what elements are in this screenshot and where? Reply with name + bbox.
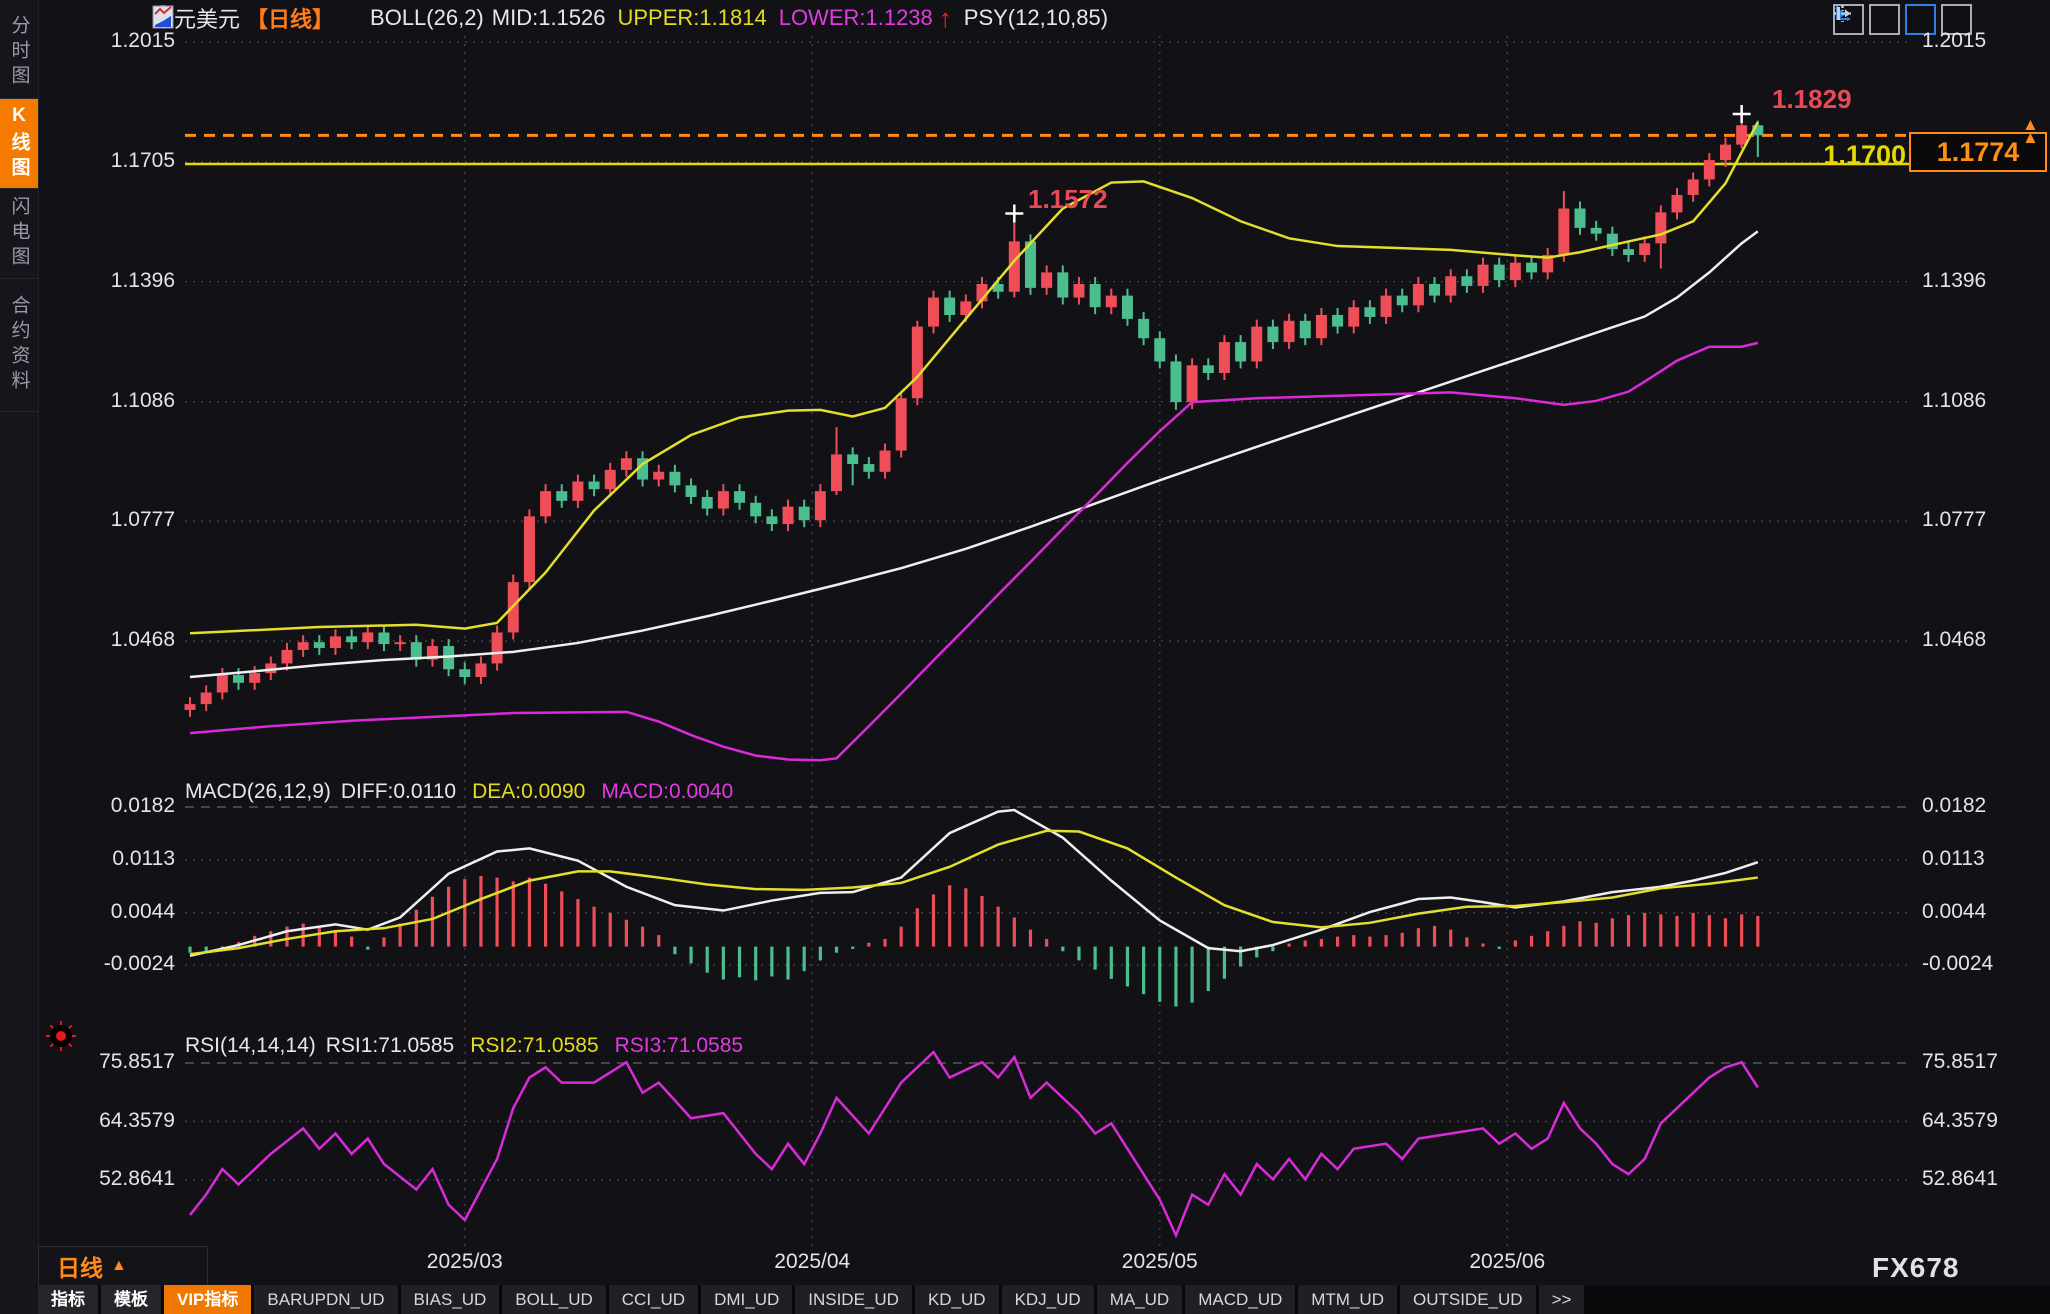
tab-macd_ud[interactable]: MACD_UD [1185, 1285, 1296, 1314]
axis-tick-label: 1.0468 [1922, 628, 1987, 651]
tab-ma_ud[interactable]: MA_UD [1096, 1285, 1183, 1314]
tab--[interactable]: 指标 [38, 1285, 98, 1314]
high-price-label: 1.1829 [1772, 84, 1852, 114]
tab-kd_ud[interactable]: KD_UD [914, 1285, 999, 1314]
macd-header: MACD(26,12,9) DIFF:0.0110 DEA:0.0090 MAC… [185, 780, 733, 804]
axis-tick-label: 1.1705 [110, 149, 175, 173]
macd-name: MACD(26,12,9) [185, 780, 331, 803]
axis-tick-label: 1.0777 [1922, 508, 1987, 532]
date-label: 2025/04 [774, 1250, 851, 1273]
timeframe-arrow-icon: ▲ [111, 1257, 127, 1274]
axis-tick-label: 0.0182 [110, 794, 175, 817]
tab->>[interactable]: >> [1538, 1285, 1585, 1314]
axis-tick-label: 75.8517 [1922, 1050, 1998, 1073]
axis-tick-label: -0.0024 [103, 952, 175, 975]
rsi-header: RSI(14,14,14) RSI1:71.0585 RSI2:71.0585 … [185, 1034, 743, 1058]
axis-tick-label: 52.8641 [1922, 1167, 1998, 1190]
timeframe-label: 日线 [57, 1255, 103, 1281]
psy-indicator-label: PSY(12,10,85) [963, 5, 1109, 30]
sidebar-item-lightning-chart[interactable]: 闪电图 [0, 189, 38, 279]
axis-tick-label: 1.1396 [110, 268, 175, 292]
macd-diff-value: DIFF:0.0110 [340, 780, 457, 803]
tab-cci_ud[interactable]: CCI_UD [608, 1285, 699, 1314]
timeframe-selector[interactable]: 日线 ▲ [38, 1246, 208, 1286]
rsi2-value: RSI2:71.0585 [470, 1034, 599, 1057]
macd-dea-value: DEA:0.0090 [472, 780, 586, 803]
macd-macd-value: MACD:0.0040 [601, 780, 734, 803]
boll-upper-value: UPPER:1.1814 [617, 5, 767, 30]
axis-tick-label: 1.0777 [110, 508, 175, 532]
chart-canvas[interactable] [0, 0, 2050, 1314]
axis-tick-label: 0.0044 [110, 899, 175, 923]
rsi1-value: RSI1:71.0585 [325, 1034, 455, 1057]
tab-boll_ud[interactable]: BOLL_UD [502, 1285, 606, 1314]
tab-vip-[interactable]: VIP指标 [164, 1285, 252, 1314]
tab-bias_ud[interactable]: BIAS_UD [400, 1285, 500, 1314]
axis-scale-icon[interactable]: H [1835, 4, 1900, 35]
axis-tick-label: 0.0182 [1922, 794, 1987, 817]
tab-outside_ud[interactable]: OUTSIDE_UD [1399, 1285, 1536, 1314]
axis-tick-label: 1.2015 [1922, 29, 1987, 52]
tab-kdj_ud[interactable]: KDJ_UD [1001, 1285, 1094, 1314]
tab-barupdn_ud[interactable]: BARUPDN_UD [254, 1285, 398, 1314]
sidebar-item-kline-chart[interactable]: K线图 [0, 99, 38, 189]
axis-tick-label: 0.0044 [1922, 899, 1987, 923]
boll-mid-value: MID:1.1526 [491, 5, 606, 30]
date-label: 2025/06 [1469, 1250, 1546, 1273]
axis-tick-label: 0.0113 [1922, 846, 1985, 870]
axis-tick-label: 0.0113 [112, 846, 175, 870]
axis-tick-label: 64.3579 [1922, 1108, 1998, 1132]
indicator-tab-bar: 指标 模板 VIP指标 BARUPDN_UD BIAS_UD BOLL_UD CCI_UD D… [38, 1285, 2050, 1314]
axis-tick-label: 1.1086 [110, 388, 175, 412]
axis-tick-label: 1.0468 [110, 628, 175, 651]
scroll-right-arrows-icon[interactable]: ▲ ▲ [2022, 116, 2039, 146]
tab-mtm_ud[interactable]: MTM_UD [1298, 1285, 1397, 1314]
date-label: 2025/03 [426, 1250, 503, 1273]
hline-price-label[interactable]: 1.1700 [1756, 140, 1906, 171]
tab--[interactable]: 模板 [101, 1285, 161, 1314]
up-arrow-icon: ↑ [938, 2, 952, 33]
boll-lower-value: LOWER:1.1238 [778, 5, 933, 30]
trading-app-window: 分时图 K线图 闪电图 合约资料 欧元美元 【日线】 BOLL(26,2) MI… [0, 0, 2050, 1314]
peak-price-label: 1.1572 [1028, 184, 1108, 214]
axis-tick-label: 1.2015 [110, 29, 175, 52]
axis-tick-label: 75.8517 [99, 1050, 175, 1073]
watermark: FX678 [1872, 1252, 1960, 1283]
tab-inside_ud[interactable]: INSIDE_UD [795, 1285, 912, 1314]
axis-tick-label: 64.3579 [99, 1108, 175, 1132]
axis-tick-label: -0.0024 [1922, 952, 1994, 975]
rsi3-value: RSI3:71.0585 [614, 1034, 744, 1057]
tab-dmi_ud[interactable]: DMI_UD [701, 1285, 793, 1314]
date-label: 2025/05 [1121, 1250, 1198, 1273]
rsi-name: RSI(14,14,14) [185, 1034, 316, 1057]
period-label[interactable]: 【日线】 [246, 2, 334, 34]
chart-header: 欧元美元 【日线】 BOLL(26,2) MID:1.1526 UPPER:1.… [152, 2, 1109, 34]
axis-tick-label: 1.1396 [1922, 268, 1987, 292]
axis-tick-label: 52.8641 [99, 1167, 175, 1190]
boll-indicator-label: BOLL(26,2) [370, 5, 484, 30]
axis-tick-label: 1.1086 [1922, 388, 1987, 412]
